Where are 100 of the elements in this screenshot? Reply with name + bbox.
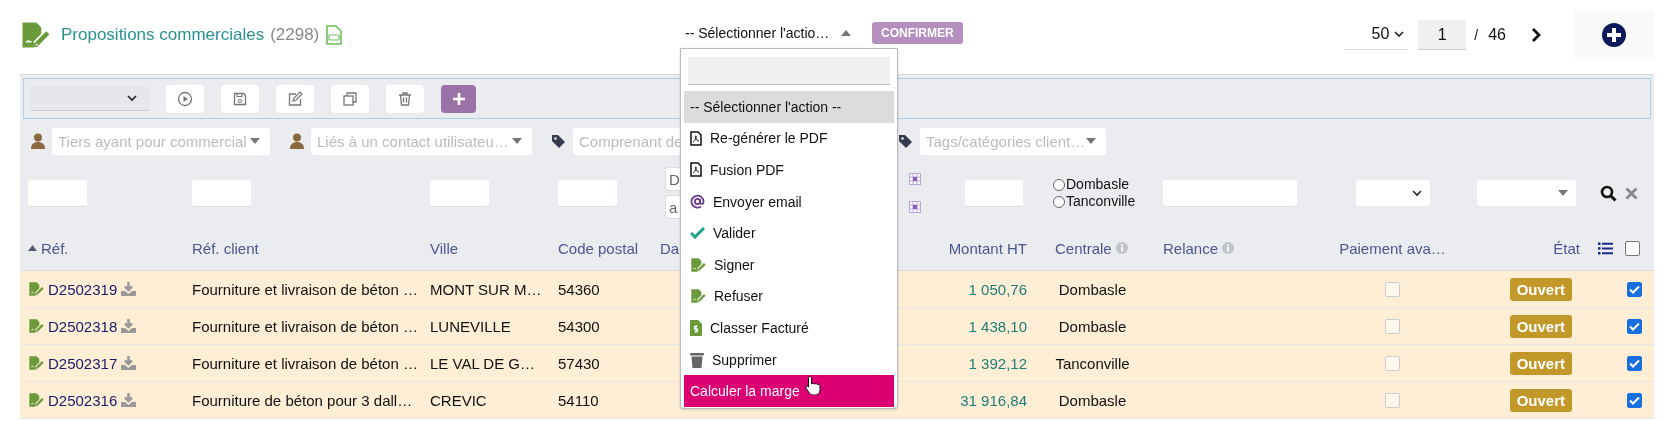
caret-down-icon (512, 138, 522, 144)
copy-button[interactable] (331, 84, 369, 113)
radio-button[interactable] (1053, 178, 1065, 191)
table-cell: Fourniture et livraison de béton … (192, 280, 418, 298)
row-checkbox[interactable] (1627, 355, 1642, 371)
column-header[interactable]: Paiement ava… (1339, 239, 1446, 257)
action-select[interactable]: -- Sélectionner l'actio… (685, 21, 860, 45)
filter-input[interactable] (965, 179, 1023, 207)
column-header[interactable]: Centrale (1055, 239, 1112, 257)
reference-link[interactable]: D2502319 (48, 280, 118, 298)
row-checkbox[interactable] (1627, 392, 1642, 408)
close-icon[interactable] (1625, 186, 1638, 200)
check-icon (690, 227, 705, 240)
status-badge: Ouvert (1509, 388, 1572, 412)
table-cell: 54110 (558, 391, 599, 409)
play-icon (177, 90, 193, 107)
column-header[interactable]: Ville (430, 239, 459, 257)
table-cell: Fourniture et livraison de béton … (192, 354, 418, 372)
caret-up-icon (841, 30, 852, 36)
next-page-icon[interactable] (1530, 27, 1542, 43)
table-cell: CREVIC (430, 391, 487, 409)
dropdown-search-field[interactable] (688, 57, 890, 85)
hand-cursor-icon (805, 375, 821, 395)
menu-item[interactable]: Valider (684, 217, 894, 249)
amount-cell: 31 916,84 (960, 391, 1027, 409)
table-cell: LE VAL DE G… (430, 354, 536, 372)
document-pen-icon (28, 355, 44, 371)
table-cell: Dombasle (1058, 280, 1127, 298)
download-icon[interactable] (121, 393, 137, 407)
menu-item[interactable]: Refuser (684, 280, 894, 313)
row-checkbox[interactable] (1627, 281, 1642, 297)
table-cell: Fourniture de béton pour 3 dall… (192, 391, 413, 409)
reference-link[interactable]: D2502316 (48, 391, 118, 409)
status-badge: Ouvert (1509, 314, 1572, 338)
plus-circle-icon (1602, 23, 1626, 47)
reference-link[interactable]: D2502317 (48, 354, 118, 372)
download-icon[interactable] (121, 282, 137, 296)
at-sign-icon (690, 194, 705, 210)
save-button[interactable] (221, 84, 259, 113)
page-title[interactable]: Propositions commerciales (61, 25, 265, 45)
column-header[interactable]: Réf. (41, 239, 69, 257)
chevron-down-icon (1412, 189, 1422, 197)
select-all-checkbox[interactable] (1625, 240, 1640, 256)
search-icon[interactable] (1600, 184, 1617, 202)
add-filter-button[interactable] (441, 84, 476, 113)
tag-icon (552, 134, 566, 148)
download-icon[interactable] (121, 356, 137, 370)
download-icon[interactable] (121, 319, 137, 333)
menu-item[interactable]: Calculer la marge (684, 375, 894, 407)
menu-item[interactable]: Envoyer email (684, 185, 894, 218)
reference-link[interactable]: D2502318 (48, 317, 118, 335)
filter-input[interactable] (430, 179, 489, 207)
document-pen-icon (28, 392, 44, 408)
column-header[interactable]: Réf. client (192, 239, 259, 257)
column-header[interactable]: Relance (1163, 239, 1219, 257)
person-icon (31, 133, 45, 149)
total-pages: 46 (1488, 26, 1506, 44)
pdf-file-icon (690, 130, 702, 146)
invoice-icon (690, 319, 702, 336)
document-pen-icon (28, 318, 44, 334)
radio-button[interactable] (1053, 195, 1065, 208)
menu-item[interactable]: Signer (684, 248, 894, 281)
menu-item[interactable]: Fusion PDF (684, 154, 894, 186)
menu-item[interactable]: Classer Facturé (684, 312, 894, 344)
caret-down-icon (1086, 138, 1096, 144)
caret-down-icon (1558, 190, 1568, 196)
filter-input[interactable] (192, 179, 251, 207)
amount-cell: 1 392,12 (968, 354, 1027, 372)
edit-button[interactable] (276, 84, 314, 113)
date-to-field[interactable]: a (665, 195, 680, 219)
add-button[interactable] (1574, 11, 1654, 59)
check-icon (1629, 284, 1640, 294)
play-button[interactable] (166, 84, 204, 113)
column-header[interactable]: État (1553, 239, 1580, 257)
page-size-select[interactable]: 50 (1344, 24, 1409, 50)
file-icon (325, 25, 344, 45)
menu-item[interactable]: Supprimer (684, 343, 894, 376)
check-icon (1629, 358, 1640, 368)
pdf-file-icon (690, 162, 702, 178)
date-from-field[interactable]: D (665, 167, 680, 191)
list-icon[interactable] (1598, 241, 1613, 255)
page-input[interactable]: 1 (1418, 20, 1467, 50)
column-header[interactable]: Montant HT (948, 239, 1027, 257)
filter-input[interactable] (1163, 179, 1297, 207)
chevron-down-icon (127, 94, 137, 102)
column-header[interactable]: Code postal (558, 239, 639, 257)
copy-icon (342, 90, 358, 107)
column-header[interactable]: Da (660, 239, 680, 257)
menu-item[interactable]: -- Sélectionner l'action -- (684, 91, 894, 123)
filter-input[interactable] (558, 179, 617, 207)
row-checkbox[interactable] (1627, 318, 1642, 334)
trash-button[interactable] (386, 84, 424, 113)
filter-input[interactable] (28, 179, 87, 207)
trash-icon (690, 351, 704, 368)
amount-cell: 1 050,76 (968, 280, 1027, 298)
check-icon (1629, 395, 1640, 405)
document-pen-icon (28, 281, 44, 297)
chevron-down-icon (1394, 29, 1405, 38)
menu-item[interactable]: Re-générer le PDF (684, 122, 894, 155)
plus-icon (451, 91, 466, 106)
